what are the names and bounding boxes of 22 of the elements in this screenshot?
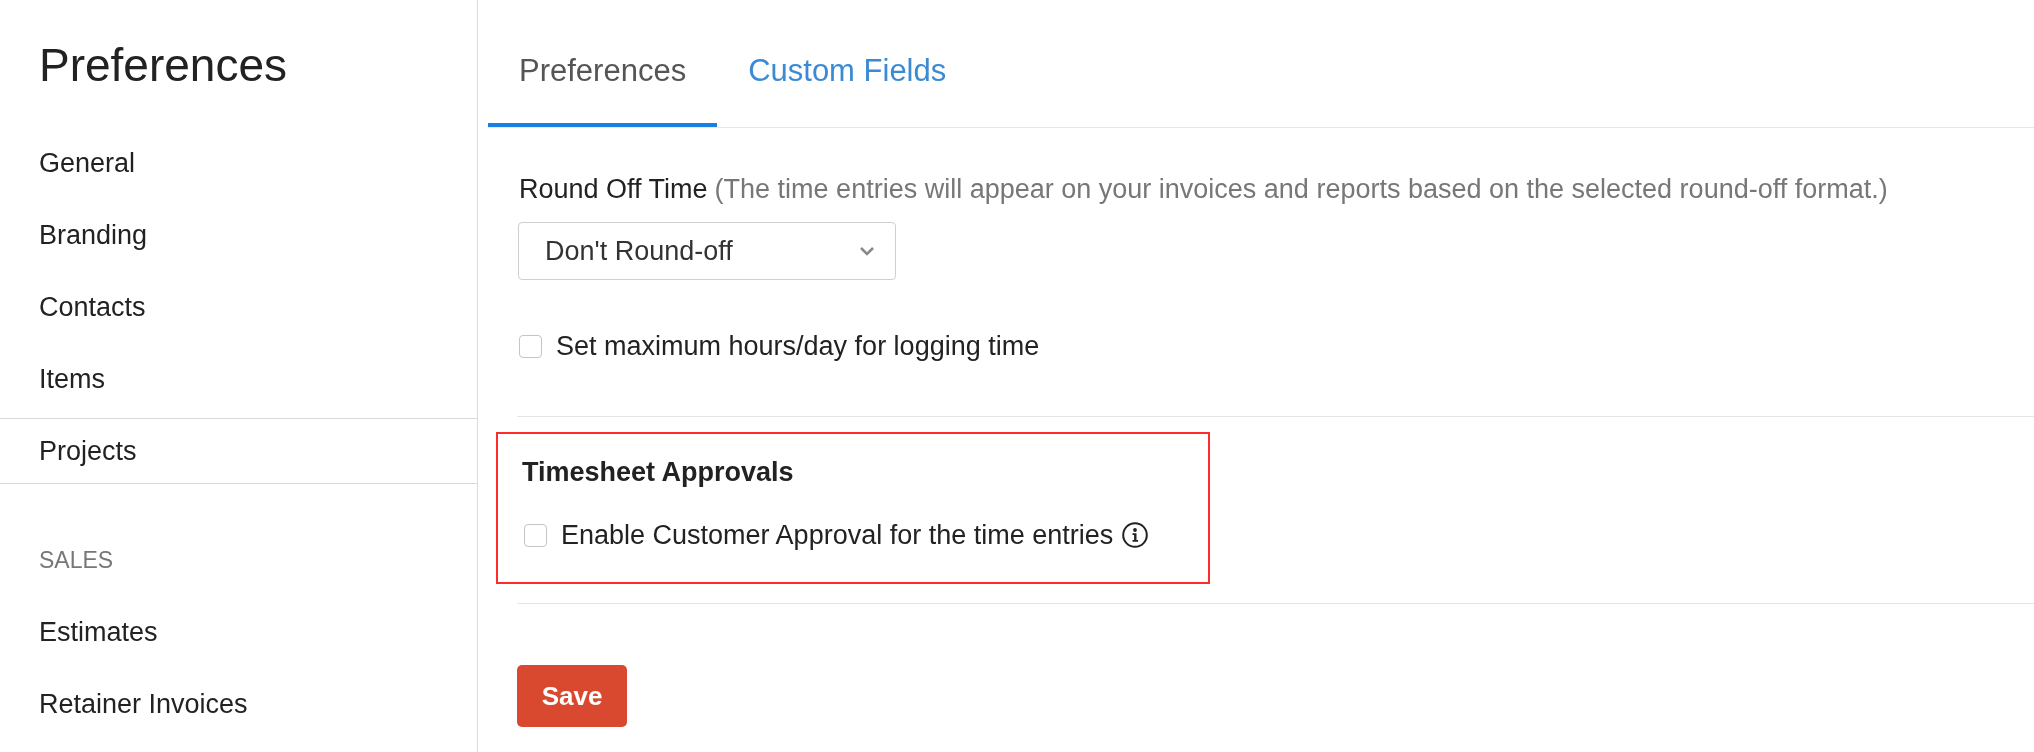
sidebar-item[interactable]: Estimates — [0, 599, 477, 665]
checkbox-label: Set maximum hours/day for logging time — [556, 329, 1040, 363]
sidebar-item[interactable]: Contacts — [0, 274, 477, 340]
sidebar-item[interactable]: Items — [0, 346, 477, 412]
sidebar-title: Preferences — [39, 39, 287, 91]
sidebar-item[interactable]: Branding — [0, 202, 477, 268]
tab[interactable]: Custom Fields — [717, 20, 978, 127]
info-icon — [1122, 522, 1149, 548]
sidebar-item[interactable]: General — [0, 130, 477, 196]
round-off-dropdown[interactable]: Don't Round-off — [518, 222, 896, 280]
chevron-down-icon — [859, 246, 875, 256]
field-label: Round Off Time — [519, 173, 708, 205]
checkbox[interactable] — [524, 523, 547, 547]
save-button[interactable]: Save — [517, 665, 627, 727]
field-hint: (The time entries will appear on your invoices and reports based on the selected round-off format.) — [714, 173, 1888, 205]
sidebar-item[interactable]: Retainer Invoices — [0, 671, 477, 737]
checkbox-label: Enable Customer Approval for the time entries — [561, 518, 1114, 552]
tab[interactable]: Preferences — [488, 20, 718, 127]
checkbox[interactable] — [519, 334, 542, 358]
section-title: Timesheet Approvals — [522, 457, 794, 487]
section-heading: SALES — [39, 545, 114, 575]
sidebar-item[interactable]: Projects — [0, 418, 477, 484]
